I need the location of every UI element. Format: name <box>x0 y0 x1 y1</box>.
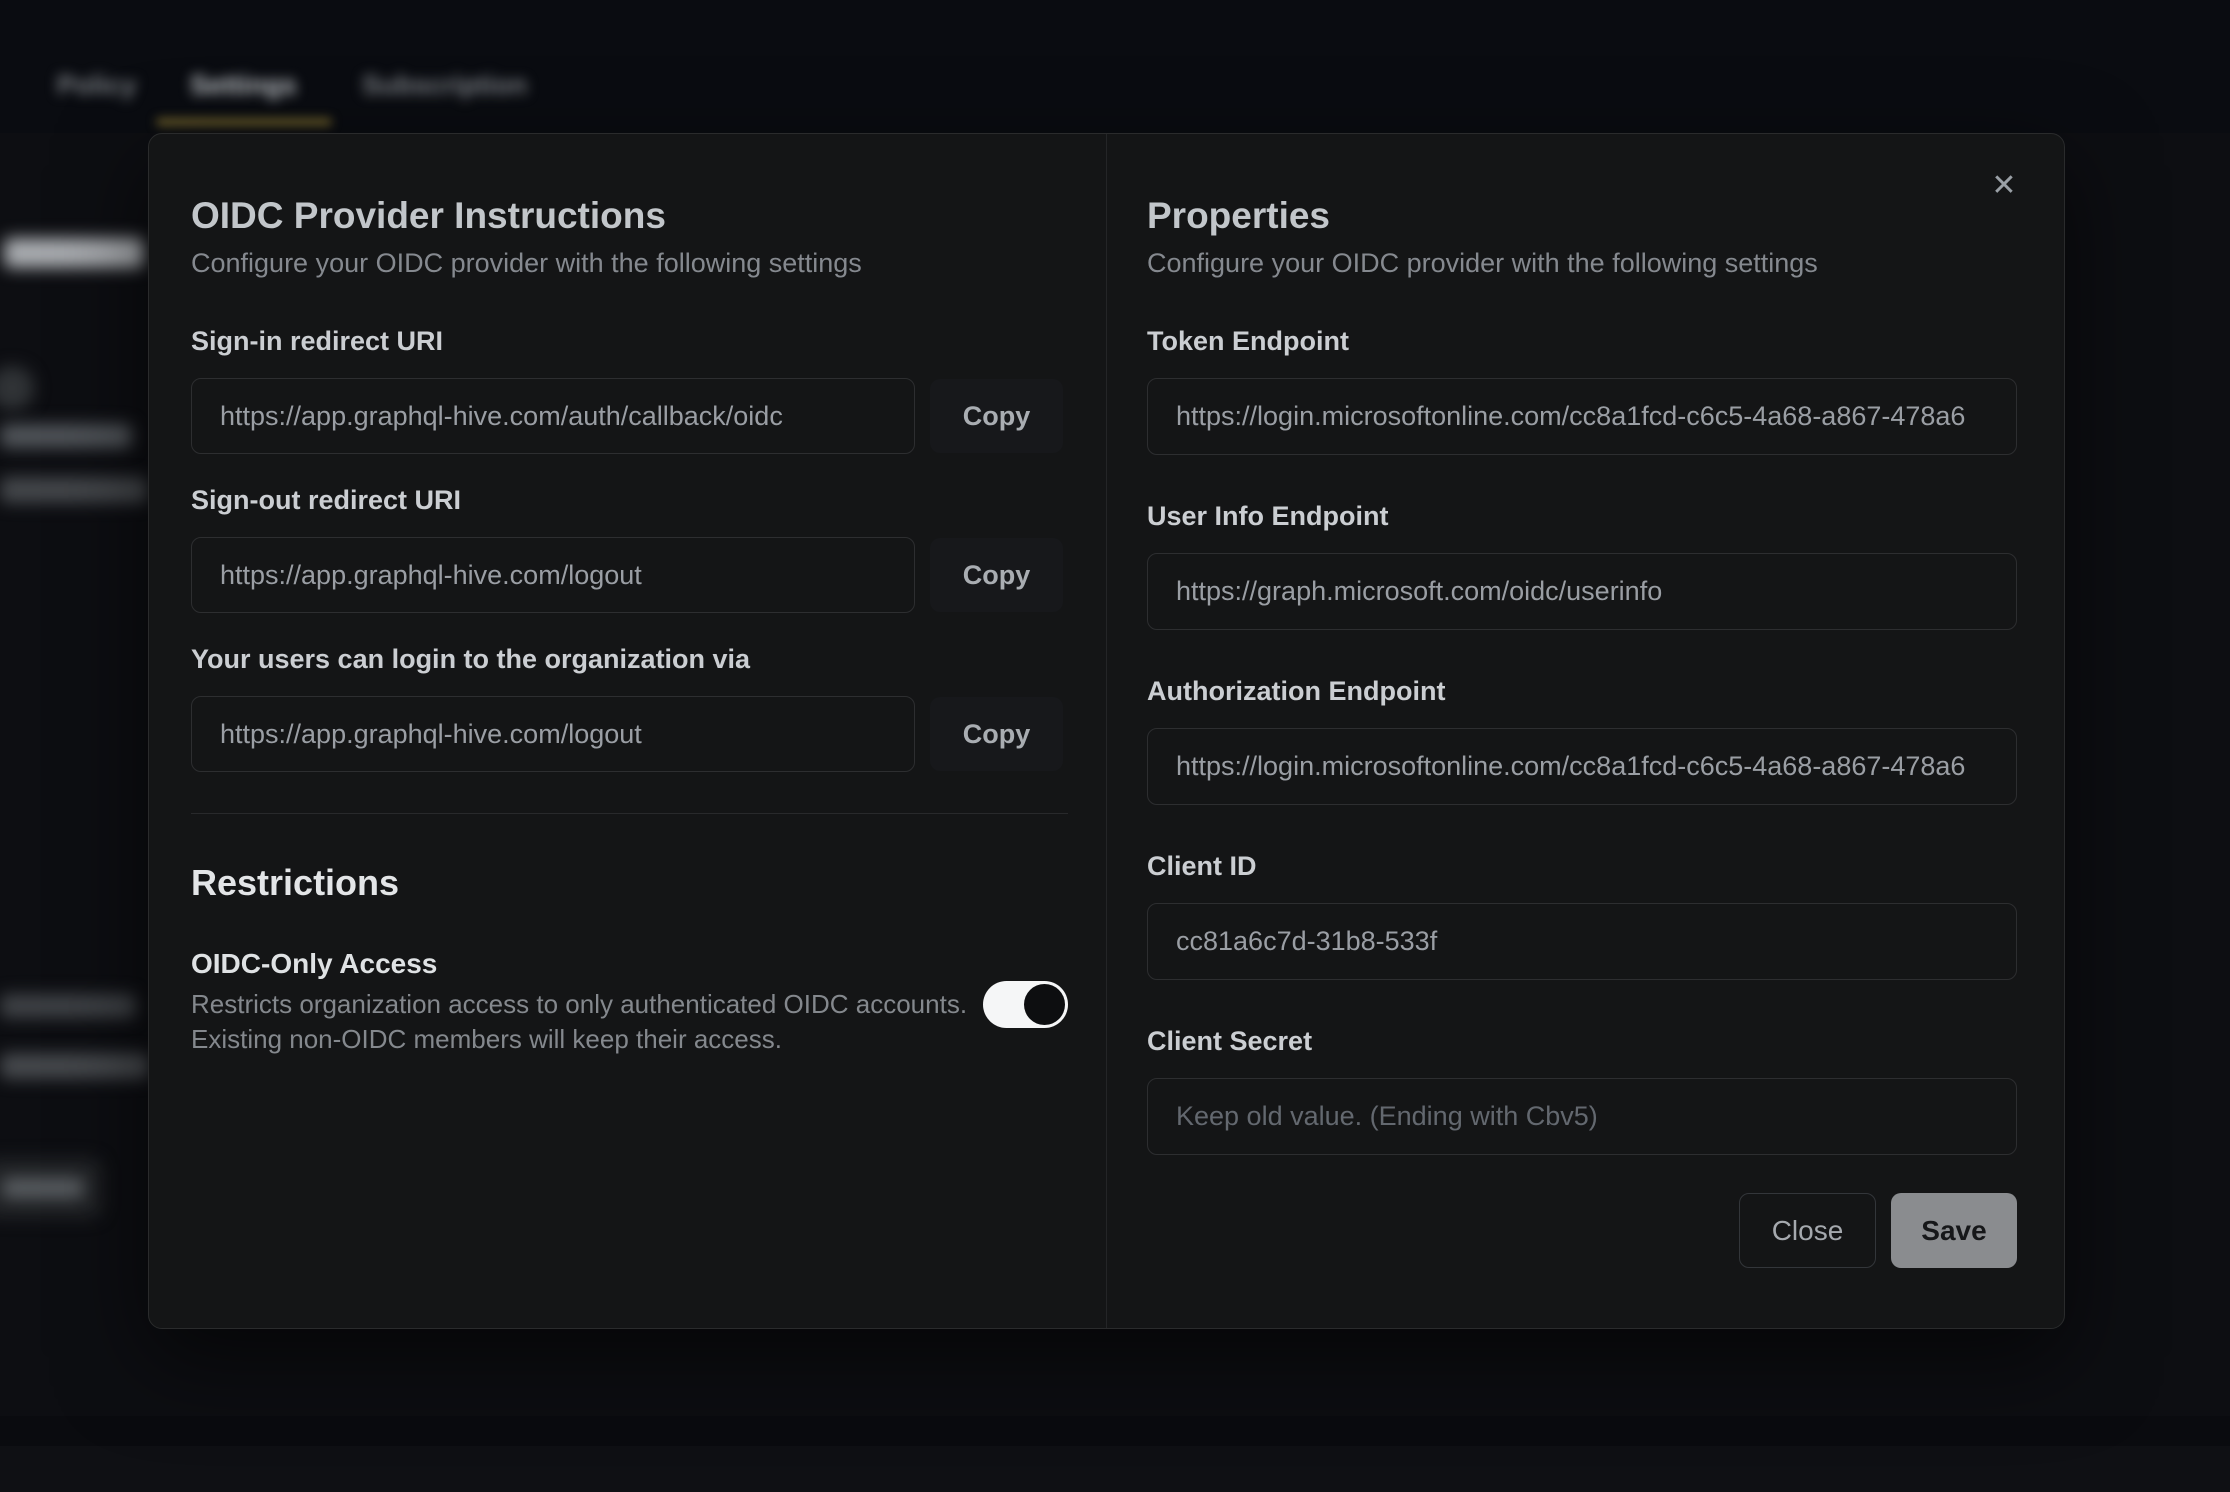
token-endpoint-label: Token Endpoint <box>1147 324 2017 358</box>
oidc-only-access-toggle[interactable] <box>983 981 1068 1028</box>
instructions-subtitle: Configure your OIDC provider with the fo… <box>191 246 1068 280</box>
instructions-title: OIDC Provider Instructions <box>191 192 1068 240</box>
page-footer-band <box>0 1416 2230 1446</box>
userinfo-endpoint-input[interactable] <box>1147 553 2017 630</box>
blurred-button-label-blob <box>2 1178 84 1198</box>
login-via-label: Your users can login to the organization… <box>191 642 1068 676</box>
blurred-text-blob <box>0 994 136 1018</box>
section-divider <box>191 813 1068 814</box>
signout-redirect-input[interactable] <box>191 537 915 613</box>
login-via-input[interactable] <box>191 696 915 772</box>
blurred-text-blob <box>0 1053 150 1079</box>
blurred-text-blob <box>0 424 132 448</box>
authorization-endpoint-input[interactable] <box>1147 728 2017 805</box>
userinfo-endpoint-row <box>1147 553 2017 630</box>
tab-policy[interactable]: Policy <box>57 60 137 110</box>
dialog-actions: Close Save <box>1147 1193 2017 1268</box>
client-id-label: Client ID <box>1147 849 2017 883</box>
oidc-only-access-description: Restricts organization access to only au… <box>191 987 1068 1057</box>
token-endpoint-row <box>1147 378 2017 455</box>
copy-login-button[interactable]: Copy <box>930 697 1063 771</box>
properties-subtitle: Configure your OIDC provider with the fo… <box>1147 246 2017 280</box>
tab-settings[interactable]: Settings <box>190 60 297 110</box>
tab-subscription[interactable]: Subscription <box>362 60 527 110</box>
client-secret-input[interactable] <box>1147 1078 2017 1155</box>
restrictions-title: Restrictions <box>191 860 1068 906</box>
userinfo-endpoint-label: User Info Endpoint <box>1147 499 2017 533</box>
tab-bar: Policy Settings Subscription <box>0 60 2230 110</box>
copy-signout-button[interactable]: Copy <box>930 538 1063 612</box>
close-button[interactable]: Close <box>1739 1193 1876 1268</box>
screen: Policy Settings Subscription ✕ OIDC Prov… <box>0 0 2230 1492</box>
page-footer <box>0 1446 2230 1492</box>
client-secret-label: Client Secret <box>1147 1024 2017 1058</box>
authorization-endpoint-label: Authorization Endpoint <box>1147 674 2017 708</box>
oidc-settings-dialog: ✕ OIDC Provider Instructions Configure y… <box>148 133 2065 1329</box>
copy-signin-button[interactable]: Copy <box>930 379 1063 453</box>
signin-redirect-row: Copy <box>191 378 1068 454</box>
active-tab-underline <box>156 118 332 126</box>
signin-redirect-label: Sign-in redirect URI <box>191 324 1068 358</box>
signout-redirect-label: Sign-out redirect URI <box>191 483 1068 517</box>
signin-redirect-input[interactable] <box>191 378 915 454</box>
authorization-endpoint-row <box>1147 728 2017 805</box>
login-via-row: Copy <box>191 696 1068 772</box>
blurred-text-blob <box>0 477 148 503</box>
save-button[interactable]: Save <box>1891 1193 2017 1268</box>
oidc-only-access-row: OIDC-Only Access Restricts organization … <box>191 946 1068 1057</box>
description-line-1: Restricts organization access to only au… <box>191 987 1068 1022</box>
client-secret-row <box>1147 1078 2017 1155</box>
description-line-2: Existing non-OIDC members will keep thei… <box>191 1022 1068 1057</box>
signout-redirect-row: Copy <box>191 537 1068 613</box>
oidc-only-access-label: OIDC-Only Access <box>191 946 1068 982</box>
blurred-heading-blob <box>4 238 144 268</box>
client-id-row <box>1147 903 2017 980</box>
column-divider <box>1106 134 1107 1328</box>
instructions-column: OIDC Provider Instructions Configure you… <box>191 192 1068 1057</box>
properties-column: Properties Configure your OIDC provider … <box>1147 192 2017 1268</box>
token-endpoint-input[interactable] <box>1147 378 2017 455</box>
client-id-input[interactable] <box>1147 903 2017 980</box>
toggle-knob <box>1024 984 1065 1025</box>
properties-title: Properties <box>1147 192 2017 240</box>
